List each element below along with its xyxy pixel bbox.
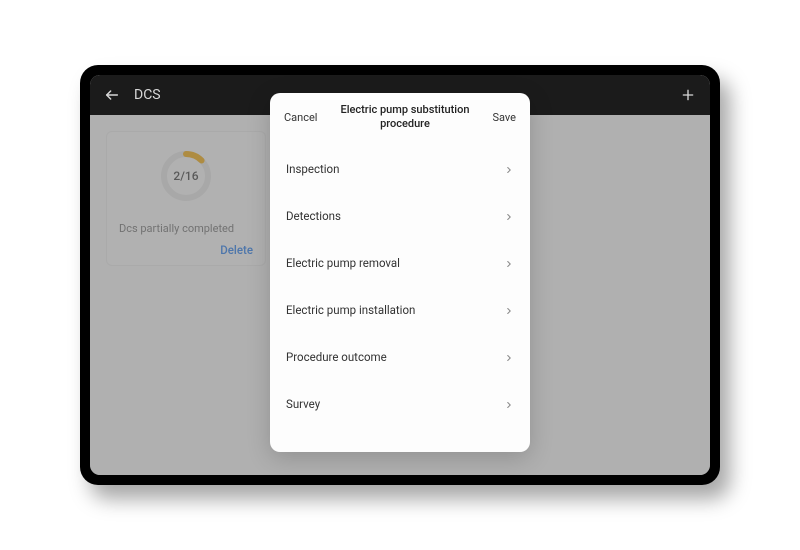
modal-item-label: Procedure outcome — [286, 350, 387, 364]
modal-item-electric-pump-installation[interactable]: Electric pump installation — [270, 287, 530, 334]
modal-item-survey[interactable]: Survey — [270, 381, 530, 428]
modal-item-inspection[interactable]: Inspection — [270, 146, 530, 193]
cancel-button[interactable]: Cancel — [284, 111, 317, 124]
chevron-right-icon — [504, 301, 514, 320]
chevron-right-icon — [504, 207, 514, 226]
chevron-right-icon — [504, 348, 514, 367]
chevron-right-icon — [504, 160, 514, 179]
modal-item-label: Survey — [286, 397, 320, 411]
modal-item-electric-pump-removal[interactable]: Electric pump removal — [270, 240, 530, 287]
back-arrow-icon[interactable] — [104, 87, 120, 103]
save-button[interactable]: Save — [492, 111, 516, 124]
topbar-left: DCS — [104, 87, 161, 103]
modal-overlay[interactable]: Cancel Electric pump substitution proced… — [90, 115, 710, 475]
procedure-modal: Cancel Electric pump substitution proced… — [270, 93, 530, 452]
device-frame: DCS 2/16 — [80, 65, 720, 485]
page-title: DCS — [134, 87, 161, 103]
modal-item-procedure-outcome[interactable]: Procedure outcome — [270, 334, 530, 381]
modal-item-detections[interactable]: Detections — [270, 193, 530, 240]
modal-item-label: Electric pump removal — [286, 256, 400, 270]
modal-item-label: Inspection — [286, 162, 339, 176]
plus-icon[interactable] — [680, 87, 696, 103]
modal-list: Inspection Detections Electric pump remo… — [270, 142, 530, 452]
modal-header: Cancel Electric pump substitution proced… — [270, 93, 530, 142]
chevron-right-icon — [504, 254, 514, 273]
modal-item-label: Electric pump installation — [286, 303, 415, 317]
chevron-right-icon — [504, 395, 514, 414]
modal-item-label: Detections — [286, 209, 341, 223]
modal-title: Electric pump substitution procedure — [317, 103, 492, 132]
screen: DCS 2/16 — [90, 75, 710, 475]
